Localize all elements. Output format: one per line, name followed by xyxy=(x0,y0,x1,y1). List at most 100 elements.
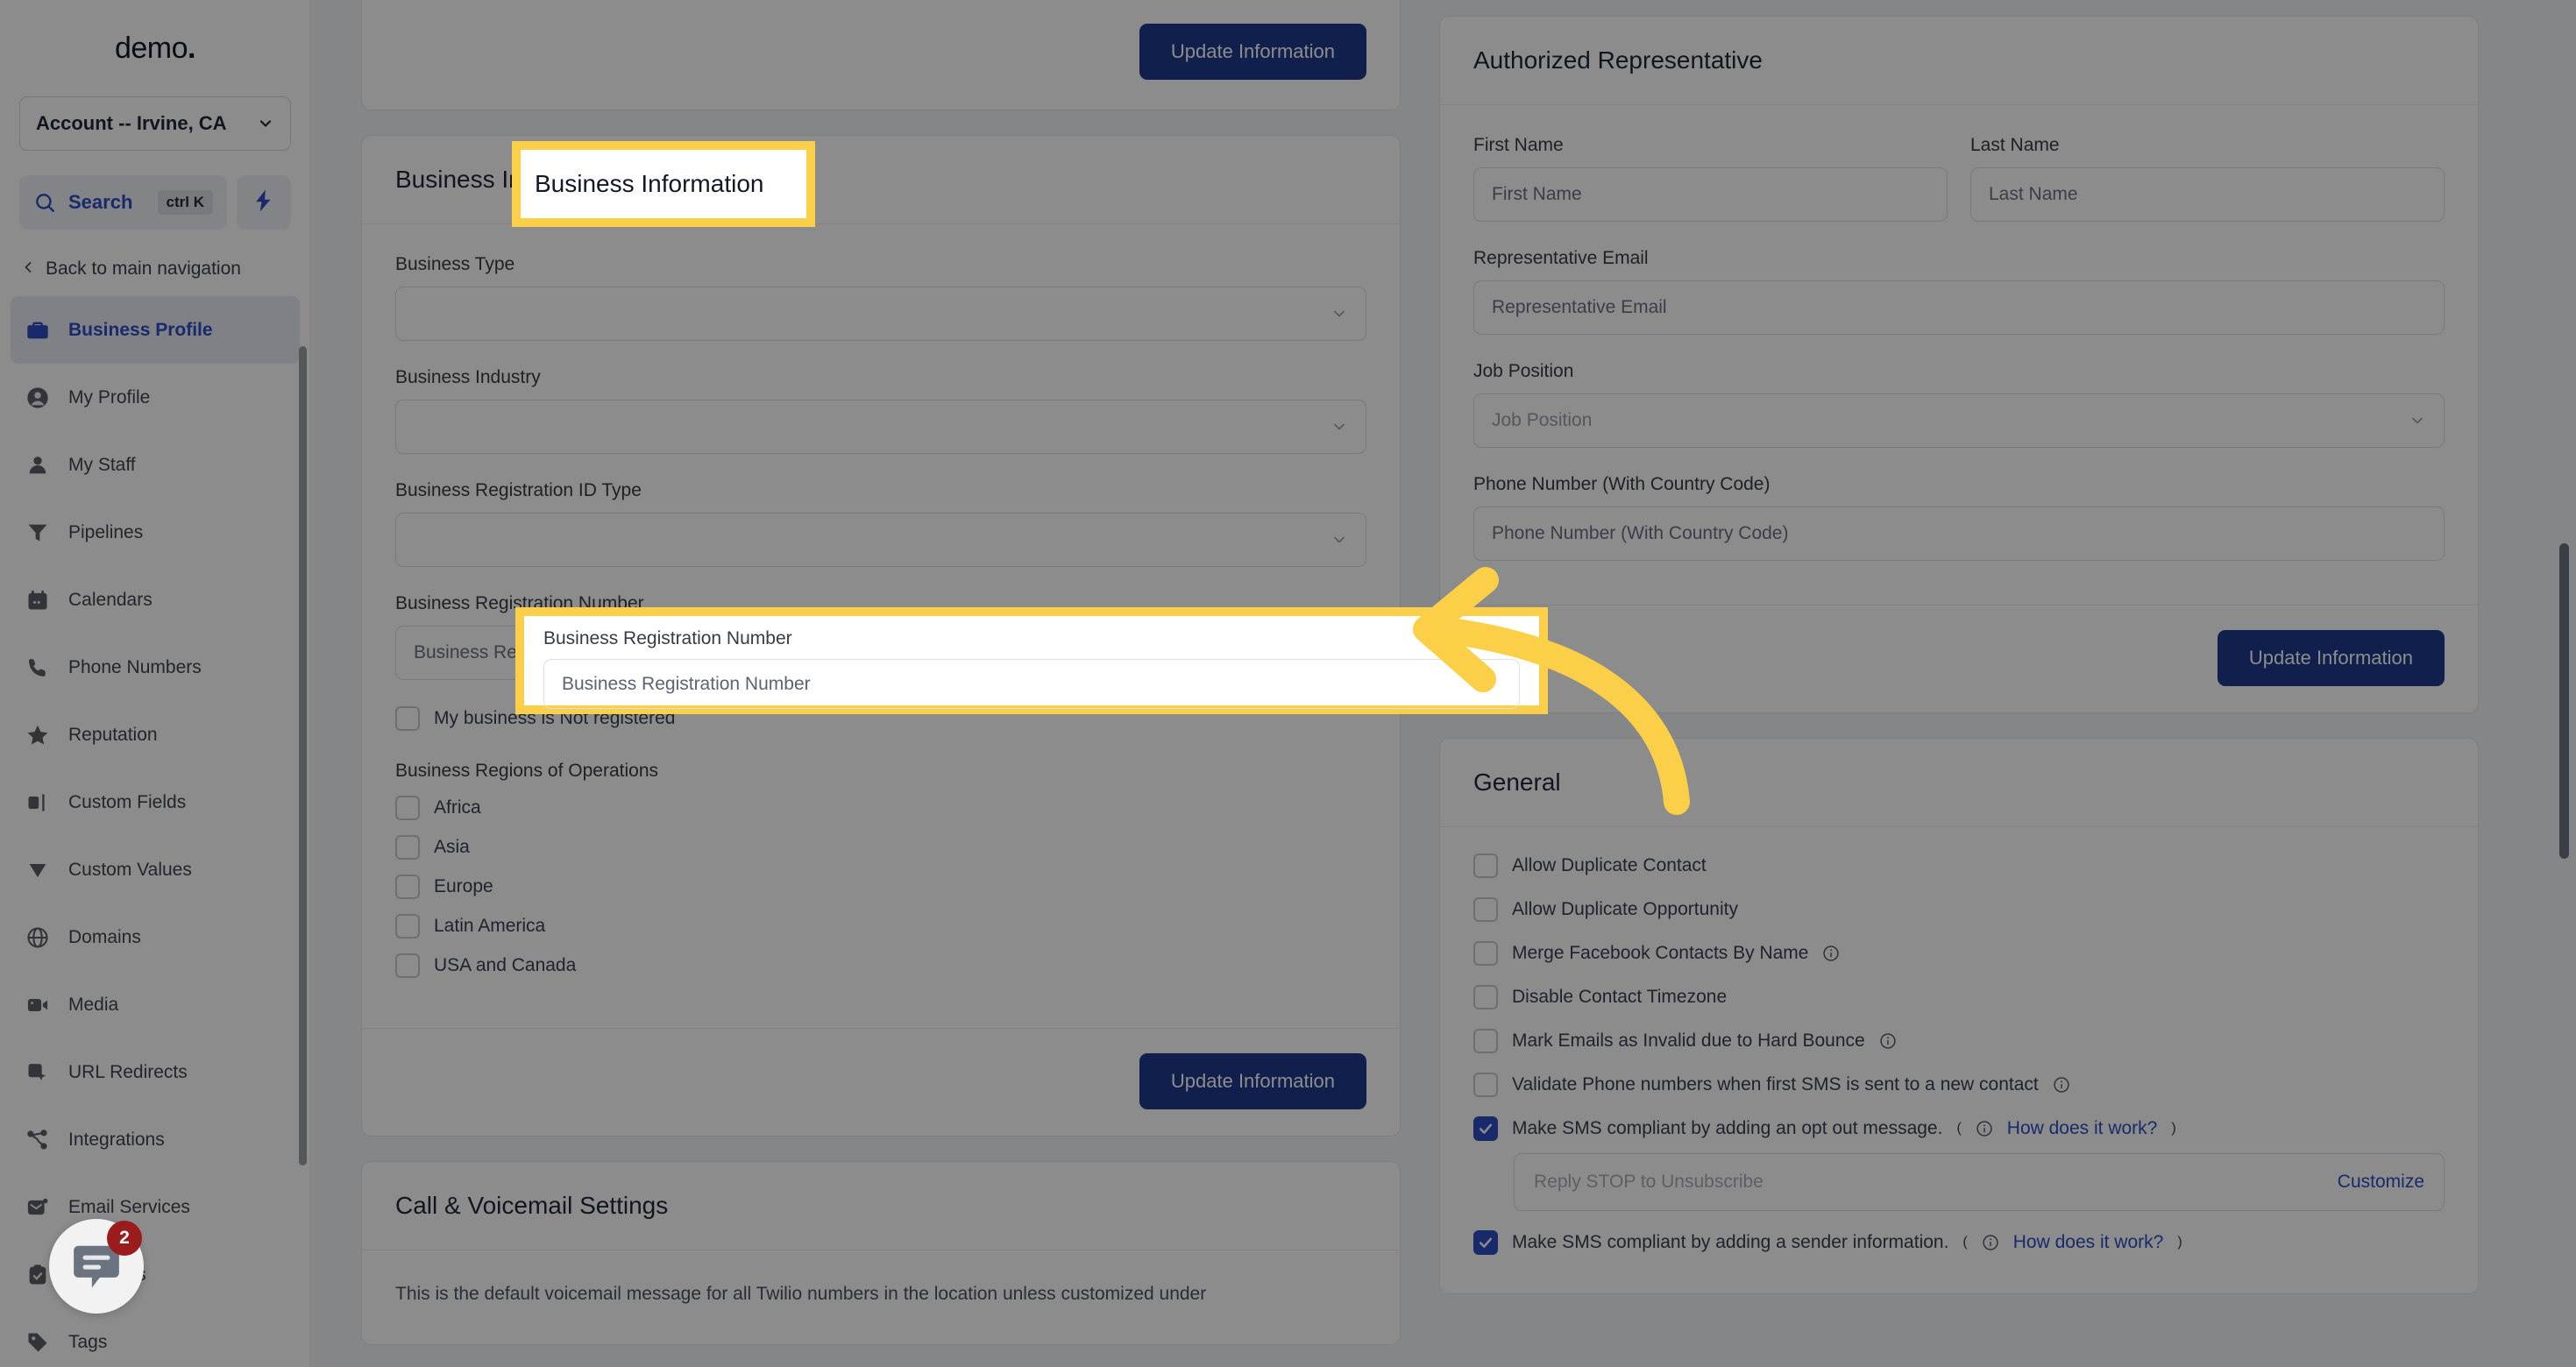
checkbox-merge-facebook-contacts[interactable]: Merge Facebook Contacts By Name xyxy=(1473,941,2445,966)
chat-widget-button[interactable]: 2 xyxy=(49,1219,144,1314)
checkbox-region-europe[interactable]: Europe xyxy=(395,875,1366,899)
sidebar-item-reputation[interactable]: Reputation xyxy=(11,701,300,768)
sidebar-item-pipelines[interactable]: Pipelines xyxy=(11,499,300,566)
last-name-input[interactable]: Last Name xyxy=(1970,167,2445,222)
checkbox-region-africa[interactable]: Africa xyxy=(395,796,1366,820)
phone-number-label: Phone Number (With Country Code) xyxy=(1473,474,1771,494)
sidebar-item-my-profile[interactable]: My Profile xyxy=(11,364,300,431)
sidebar-item-business-profile[interactable]: Business Profile xyxy=(11,296,300,364)
checkbox-label: Latin America xyxy=(434,916,546,936)
card-call-voicemail-settings: Call & Voicemail Settings This is the de… xyxy=(361,1161,1401,1345)
back-to-main-navigation[interactable]: Back to main navigation xyxy=(0,252,310,286)
checkbox-sms-sender-information[interactable]: Make SMS compliant by adding a sender in… xyxy=(1473,1230,2445,1255)
field-business-registration-id-type: Business Registration ID Type xyxy=(395,480,1366,567)
highlight-field-input[interactable]: Business Registration Number xyxy=(543,659,1520,709)
checkbox-region-usa-canada[interactable]: USA and Canada xyxy=(395,953,1366,978)
funnel-icon xyxy=(25,520,51,546)
representative-email-input[interactable]: Representative Email xyxy=(1473,280,2445,335)
checkbox-box xyxy=(1473,1116,1498,1141)
sidebar-item-url-redirects[interactable]: URL Redirects xyxy=(11,1038,300,1106)
representative-email-label: Representative Email xyxy=(1473,248,1649,268)
checkbox-allow-duplicate-opportunity[interactable]: Allow Duplicate Opportunity xyxy=(1473,897,2445,922)
checkbox-label: Allow Duplicate Contact xyxy=(1512,855,1707,875)
checkbox-sms-opt-out-message[interactable]: Make SMS compliant by adding an opt out … xyxy=(1473,1116,2445,1141)
field-business-type: Business Type xyxy=(395,254,1366,341)
sidebar-item-calendars[interactable]: Calendars xyxy=(11,566,300,634)
checkbox-box xyxy=(395,914,420,938)
checkbox-label: Europe xyxy=(434,876,493,896)
info-icon[interactable] xyxy=(2053,1076,2070,1094)
sidebar-item-custom-values[interactable]: Custom Values xyxy=(11,836,300,903)
business-registration-id-type-label: Business Registration ID Type xyxy=(395,480,642,500)
checkbox-box xyxy=(1473,897,1498,922)
card-authorized-representative: Authorized Representative First Name Fir… xyxy=(1439,16,2479,713)
checkbox-box xyxy=(395,835,420,860)
highlight-business-registration-number[interactable]: Business Registration Number Business Re… xyxy=(515,607,1548,714)
checkbox-label: Validate Phone numbers when first SMS is… xyxy=(1512,1074,2039,1094)
sidebar-scrollbar[interactable] xyxy=(299,346,307,1165)
info-icon[interactable] xyxy=(1982,1234,1999,1251)
checkbox-box xyxy=(395,953,420,978)
sidebar-item-label: URL Redirects xyxy=(68,1061,188,1082)
sidebar-item-label: Media xyxy=(68,994,119,1015)
first-name-input[interactable]: First Name xyxy=(1473,167,1948,222)
checkbox-box xyxy=(1473,941,1498,966)
sidebar-item-label: Calendars xyxy=(68,589,153,610)
checkbox-disable-contact-timezone[interactable]: Disable Contact Timezone xyxy=(1473,985,2445,1009)
phone-number-input[interactable]: Phone Number (With Country Code) xyxy=(1473,506,2445,561)
first-name-label: First Name xyxy=(1473,135,1564,155)
sidebar-item-integrations[interactable]: Integrations xyxy=(11,1106,300,1173)
authorized-representative-body: First Name First Name Last Name Last Nam… xyxy=(1440,105,2478,605)
how-does-it-work-link-opt-out[interactable]: How does it work? xyxy=(2007,1118,2158,1139)
sidebar-item-media[interactable]: Media xyxy=(11,971,300,1038)
share-nodes-icon xyxy=(25,1127,51,1153)
tag-icon xyxy=(25,1329,51,1356)
update-information-button-top[interactable]: Update Information xyxy=(1139,24,1366,80)
checkbox-validate-phone-numbers[interactable]: Validate Phone numbers when first SMS is… xyxy=(1473,1073,2445,1097)
field-business-industry: Business Industry xyxy=(395,367,1366,454)
sidebar-item-email-services[interactable]: Email Services xyxy=(11,1173,300,1241)
info-icon[interactable] xyxy=(1822,945,1840,962)
update-information-button-representative[interactable]: Update Information xyxy=(2217,630,2445,686)
sidebar-item-tags[interactable]: Tags xyxy=(11,1308,300,1367)
job-position-placeholder: Job Position xyxy=(1492,410,1593,430)
business-industry-select[interactable] xyxy=(395,400,1366,454)
checkbox-region-latin-america[interactable]: Latin America xyxy=(395,914,1366,938)
checkbox-mark-emails-invalid[interactable]: Mark Emails as Invalid due to Hard Bounc… xyxy=(1473,1029,2445,1053)
search-input[interactable]: Search ctrl K xyxy=(19,175,227,230)
sidebar-item-domains[interactable]: Domains xyxy=(11,903,300,971)
business-type-select[interactable] xyxy=(395,287,1366,341)
sidebar-item-custom-fields[interactable]: Custom Fields xyxy=(11,768,300,836)
checkbox-label: Asia xyxy=(434,837,470,857)
field-first-name: First Name First Name xyxy=(1473,135,1948,222)
sidebar-item-label: Integrations xyxy=(68,1129,165,1150)
chat-unread-badge: 2 xyxy=(107,1221,142,1256)
sidebar-item-label: Email Services xyxy=(68,1196,190,1217)
sidebar-item-my-staff[interactable]: My Staff xyxy=(11,431,300,499)
main-scrollbar[interactable] xyxy=(2559,543,2569,859)
update-information-button-business[interactable]: Update Information xyxy=(1139,1053,1366,1109)
checkbox-region-asia[interactable]: Asia xyxy=(395,835,1366,860)
chevron-down-icon xyxy=(1331,531,1348,549)
general-body: Allow Duplicate Contact Allow Duplicate … xyxy=(1440,827,2478,1293)
field-representative-email: Representative Email Representative Emai… xyxy=(1473,248,2445,335)
job-position-select[interactable]: Job Position xyxy=(1473,393,2445,448)
chevron-down-icon xyxy=(1331,418,1348,436)
checkbox-label: Africa xyxy=(434,797,481,818)
quick-actions-button[interactable] xyxy=(237,175,291,230)
checkbox-box xyxy=(1473,1029,1498,1053)
info-icon[interactable] xyxy=(1879,1032,1897,1050)
how-does-it-work-link-sender[interactable]: How does it work? xyxy=(2013,1232,2164,1253)
business-registration-id-type-select[interactable] xyxy=(395,513,1366,567)
checkbox-allow-duplicate-contact[interactable]: Allow Duplicate Contact xyxy=(1473,853,2445,878)
opt-out-message-input[interactable]: Reply STOP to Unsubscribe Customize xyxy=(1514,1153,2445,1211)
opt-out-message-placeholder: Reply STOP to Unsubscribe xyxy=(1534,1172,1763,1192)
sidebar-item-label: Tags xyxy=(68,1331,108,1352)
info-icon[interactable] xyxy=(1976,1120,1993,1137)
paren-open: ( xyxy=(1956,1121,1962,1136)
sidebar-item-label: My Profile xyxy=(68,386,151,407)
general-header: General xyxy=(1440,739,2478,827)
customize-link[interactable]: Customize xyxy=(2338,1172,2424,1193)
sidebar-item-phone-numbers[interactable]: Phone Numbers xyxy=(11,634,300,701)
account-selector[interactable]: Account -- Irvine, CA xyxy=(19,96,291,151)
